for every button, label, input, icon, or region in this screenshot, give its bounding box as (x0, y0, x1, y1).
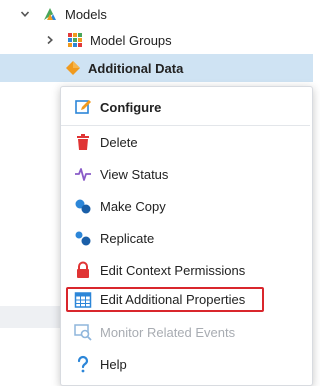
trash-icon (74, 133, 92, 151)
tree-row-additional-data[interactable]: Additional Data (0, 54, 313, 82)
menu-item-monitor-related-events: Monitor Related Events (61, 320, 310, 344)
copy-icon (74, 197, 92, 215)
replicate-icon (74, 229, 92, 247)
table-icon (74, 291, 92, 309)
models-icon (42, 6, 58, 22)
menu-divider (61, 125, 310, 126)
tree-row-models[interactable]: Models (0, 0, 313, 28)
chevron-right-icon[interactable] (45, 35, 55, 45)
menu-item-edit-additional-properties[interactable]: Edit Additional Properties (66, 287, 264, 312)
chevron-down-icon[interactable] (20, 9, 30, 19)
menu-item-delete[interactable]: Delete (61, 130, 310, 154)
menu-item-make-copy[interactable]: Make Copy (61, 194, 310, 218)
context-menu: Configure Delete View Status Make Copy R… (60, 86, 313, 386)
menu-item-edit-context-permissions[interactable]: Edit Context Permissions (61, 258, 310, 282)
pencil-icon (74, 98, 92, 116)
menu-item-view-status[interactable]: View Status (61, 162, 310, 186)
menu-item-replicate[interactable]: Replicate (61, 226, 310, 250)
tree-label-model-groups: Model Groups (90, 32, 172, 48)
help-icon (74, 355, 92, 373)
monitor-search-icon (74, 323, 92, 341)
tree-label-models: Models (65, 6, 107, 22)
pulse-icon (74, 165, 92, 183)
grid-icon (67, 32, 83, 48)
lock-icon (74, 261, 92, 279)
diamond-icon (65, 60, 81, 76)
tree-row-model-groups[interactable]: Model Groups (0, 26, 313, 54)
tree-label-additional-data: Additional Data (88, 60, 184, 76)
menu-item-help[interactable]: Help (61, 352, 310, 376)
menu-item-configure[interactable]: Configure (61, 95, 310, 119)
